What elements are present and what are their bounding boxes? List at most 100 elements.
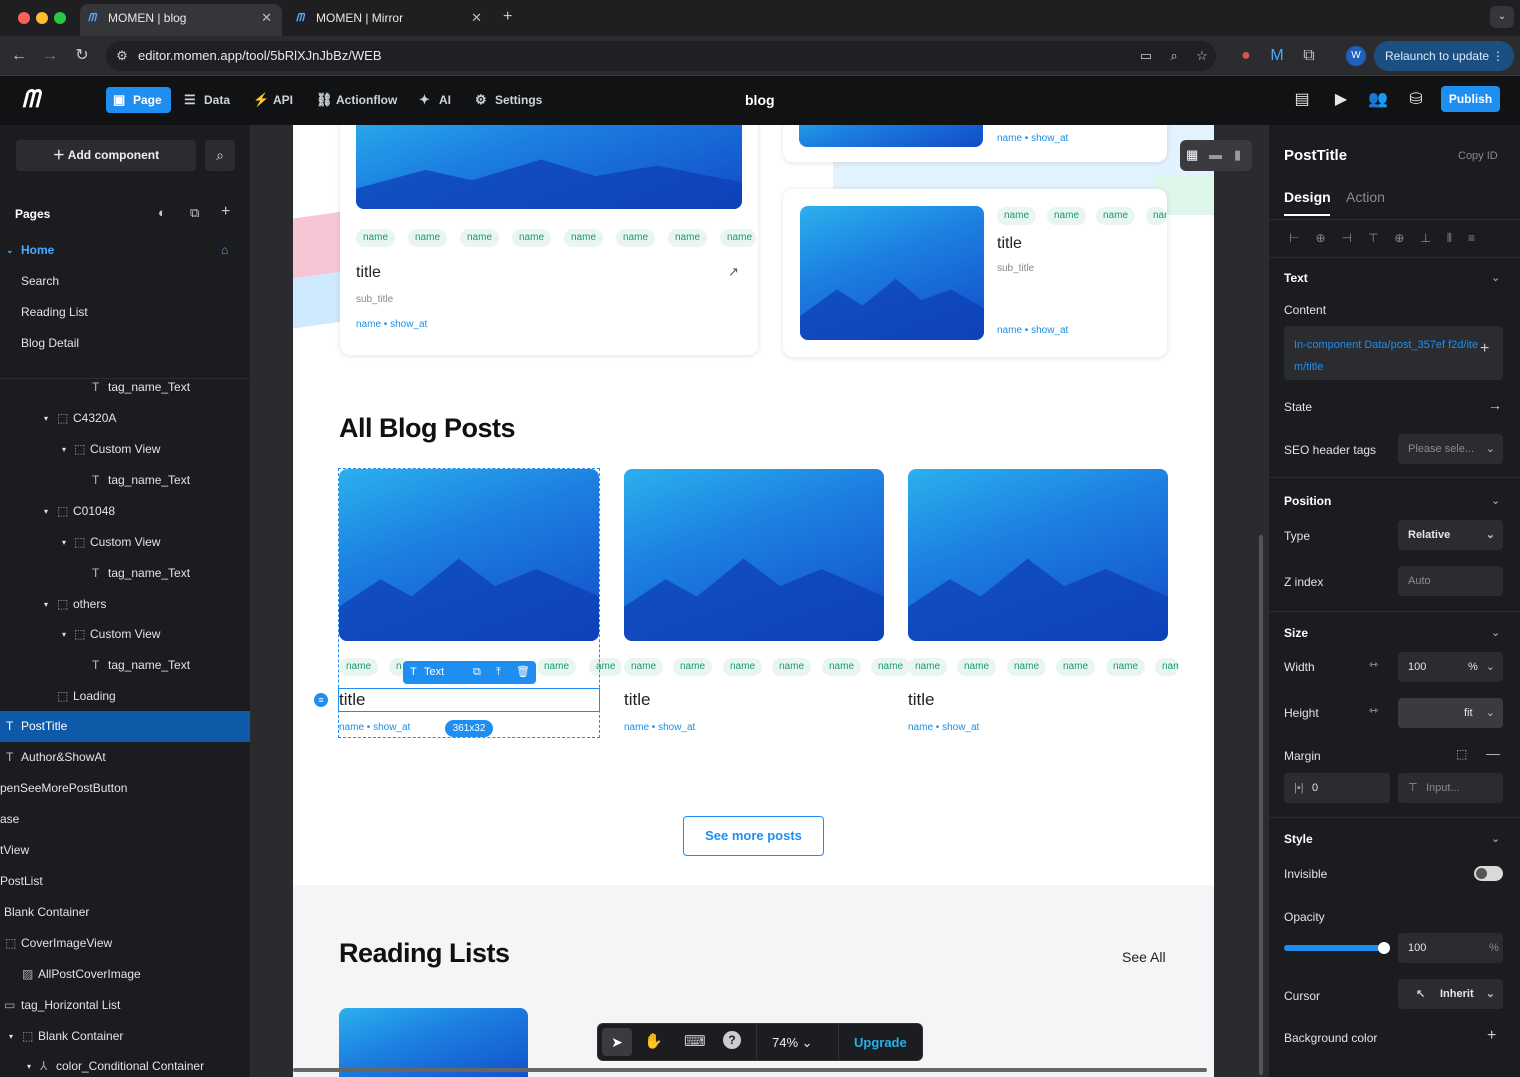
tree-item[interactable]: PostList (0, 866, 250, 897)
tree-item[interactable]: ▨ AllPostCoverImage (0, 959, 250, 990)
tree-item[interactable]: ▾ ⬚ C01048 (0, 496, 250, 527)
tab-action[interactable]: Action (1346, 189, 1385, 205)
preview-play-icon[interactable]: ▶ (1331, 90, 1351, 110)
zoom-level[interactable]: 74% ⌄ (772, 1035, 813, 1051)
reload-icon[interactable]: ↻ (72, 46, 92, 66)
page-layout-icon[interactable]: ◐ (158, 205, 166, 220)
component-search-button[interactable]: ⌕ (205, 140, 235, 171)
post-cover-image[interactable] (624, 469, 884, 641)
tree-item[interactable]: ▾ ⅄ color_Conditional Container (0, 1051, 250, 1077)
add-page-icon[interactable]: + (221, 203, 230, 221)
browser-tab-mirror[interactable]: ᗰ MOMEN | Mirror ✕ (288, 4, 492, 36)
tree-item[interactable]: ▾ ⬚ Blank Container (0, 1021, 250, 1052)
window-minimize-button[interactable] (36, 12, 48, 24)
chevron-down-icon[interactable]: ⌄ (1491, 832, 1500, 845)
window-maximize-button[interactable] (54, 12, 66, 24)
collaborators-icon[interactable]: 👥 (1368, 90, 1388, 110)
duplicate-icon[interactable]: ⧉ (473, 661, 481, 684)
tree-item[interactable]: ▾ ⬚ Custom View (0, 527, 250, 558)
side-post-card[interactable]: name name name name title sub_title name… (783, 189, 1167, 357)
nav-page[interactable]: ▣ Page (106, 87, 171, 113)
window-close-button[interactable] (18, 12, 30, 24)
featured-post-card[interactable]: name name name name name name name name … (340, 125, 758, 355)
tree-item[interactable]: penSeeMorePostButton (0, 773, 250, 804)
nav-actionflow[interactable]: ⛓ Actionflow (316, 87, 397, 113)
new-tab-icon[interactable]: + (503, 8, 512, 26)
size-section-heading[interactable]: Size (1284, 626, 1308, 640)
url-field[interactable]: ⚙ editor.momen.app/tool/5bRlXJnJbBz/WEB … (106, 41, 1216, 71)
extension-icon[interactable]: ● (1236, 46, 1256, 66)
zindex-input[interactable]: Auto (1398, 566, 1503, 596)
tree-item[interactable]: Ttag_name_Text (0, 558, 250, 589)
see-all-link[interactable]: See All (1122, 949, 1166, 965)
reading-list-cover-image[interactable] (339, 1008, 528, 1077)
nav-api[interactable]: ⚡ API (253, 87, 293, 113)
height-mode-icon[interactable]: ⇿ (1369, 704, 1378, 717)
margin-left-input[interactable]: |▪| 0 (1284, 773, 1390, 803)
database-sync-icon[interactable]: ⛁ (1406, 90, 1426, 110)
alignment-toolbar[interactable]: ⊢⊕⊣⊤⊕⊥⫴≡ (1289, 231, 1509, 246)
height-input[interactable]: fit ⌄ (1398, 698, 1503, 728)
tab-close-icon[interactable]: ✕ (261, 4, 272, 32)
horizontal-scrollbar[interactable] (293, 1068, 1207, 1072)
hand-tool-icon[interactable]: ✋ (644, 1032, 663, 1050)
extensions-puzzle-icon[interactable]: ⧉ (1299, 46, 1319, 66)
tree-item[interactable]: tView (0, 835, 250, 866)
relaunch-button[interactable]: Relaunch to update ⋮ (1374, 41, 1514, 71)
tab-close-icon[interactable]: ✕ (471, 4, 482, 32)
style-section-heading[interactable]: Style (1284, 832, 1313, 846)
side-post-card[interactable]: name • show_at (783, 125, 1167, 162)
back-icon[interactable]: ← (9, 46, 29, 66)
see-more-posts-button[interactable]: See more posts (683, 816, 824, 856)
help-icon[interactable]: ? (723, 1031, 741, 1049)
position-type-select[interactable]: Relative ⌄ (1398, 520, 1503, 550)
opacity-input[interactable]: 100% (1398, 933, 1503, 963)
nav-settings[interactable]: ⚙ Settings (475, 87, 542, 113)
tablet-view-icon[interactable]: ▬ (1209, 147, 1222, 162)
extension-m-icon[interactable]: M (1267, 46, 1287, 66)
browser-tab-blog[interactable]: ᗰ MOMEN | blog ✕ (80, 4, 282, 36)
nav-data[interactable]: ☰ Data (184, 87, 230, 113)
cursor-select[interactable]: ↖ Inherit ⌄ (1398, 979, 1503, 1009)
chevron-down-icon[interactable]: ⌄ (1491, 271, 1500, 284)
page-preview[interactable]: name name name name name name name name … (293, 125, 1214, 1077)
tree-item[interactable]: ase (0, 804, 250, 835)
tree-item-selected[interactable]: T PostTitle (0, 711, 250, 742)
mobile-view-icon[interactable]: ▮ (1234, 147, 1241, 163)
width-input[interactable]: 100% ⌄ (1398, 652, 1503, 682)
chevron-down-icon[interactable]: ⌄ (1491, 494, 1500, 507)
content-binding-field[interactable]: In-component Data/post_357ef f2d/item/ti… (1284, 326, 1503, 380)
page-item-search[interactable]: Search (0, 266, 250, 297)
arrow-right-icon[interactable]: → (1488, 397, 1502, 413)
tree-item[interactable]: ▾ ⬚ Custom View (0, 434, 250, 465)
keyboard-icon[interactable]: ⌨ (684, 1032, 706, 1050)
move-up-icon[interactable]: ⤒ (496, 661, 501, 684)
page-settings-icon[interactable]: ▤ (1292, 90, 1312, 110)
bookmark-star-icon[interactable]: ☆ (1194, 48, 1210, 64)
tab-search-icon[interactable]: ⌄ (1490, 6, 1514, 28)
tree-item[interactable]: T Author&ShowAt (0, 742, 250, 773)
add-background-icon[interactable]: + (1487, 1027, 1496, 1045)
seo-select[interactable]: Please sele... ⌄ (1398, 434, 1503, 464)
tree-item[interactable]: Ttag_name_Text (0, 465, 250, 496)
tree-item[interactable]: ⬚ CoverImageView (0, 928, 250, 959)
tree-item[interactable]: Blank Container (0, 897, 250, 928)
minus-icon[interactable]: — (1486, 745, 1500, 761)
momen-logo[interactable]: ᗰ (22, 86, 39, 114)
arrow-up-right-icon[interactable]: ↗ (728, 264, 739, 280)
profile-avatar[interactable]: W (1346, 46, 1366, 66)
tree-item[interactable]: ▾ ⬚ others (0, 589, 250, 620)
plus-icon[interactable]: + (1480, 340, 1489, 358)
position-section-heading[interactable]: Position (1284, 494, 1331, 508)
zoom-icon[interactable]: ⌕ (1166, 48, 1182, 64)
grid-view-icon[interactable]: ▦ (1186, 147, 1198, 163)
page-item-blog-detail[interactable]: Blog Detail (0, 328, 250, 359)
margin-top-input[interactable]: ⊤ Input... (1398, 773, 1503, 803)
page-item-reading-list[interactable]: Reading List (0, 297, 250, 328)
nav-ai[interactable]: ✦ AI (419, 87, 451, 113)
tree-item[interactable]: ▾ ⬚ Custom View (0, 619, 250, 650)
page-item-home[interactable]: ⌄ Home ⌂ (0, 235, 250, 266)
add-component-button[interactable]: ＋ Add component (16, 140, 196, 171)
width-mode-icon[interactable]: ⇿ (1369, 658, 1378, 671)
margin-link-icon[interactable]: ⬚ (1456, 747, 1467, 761)
